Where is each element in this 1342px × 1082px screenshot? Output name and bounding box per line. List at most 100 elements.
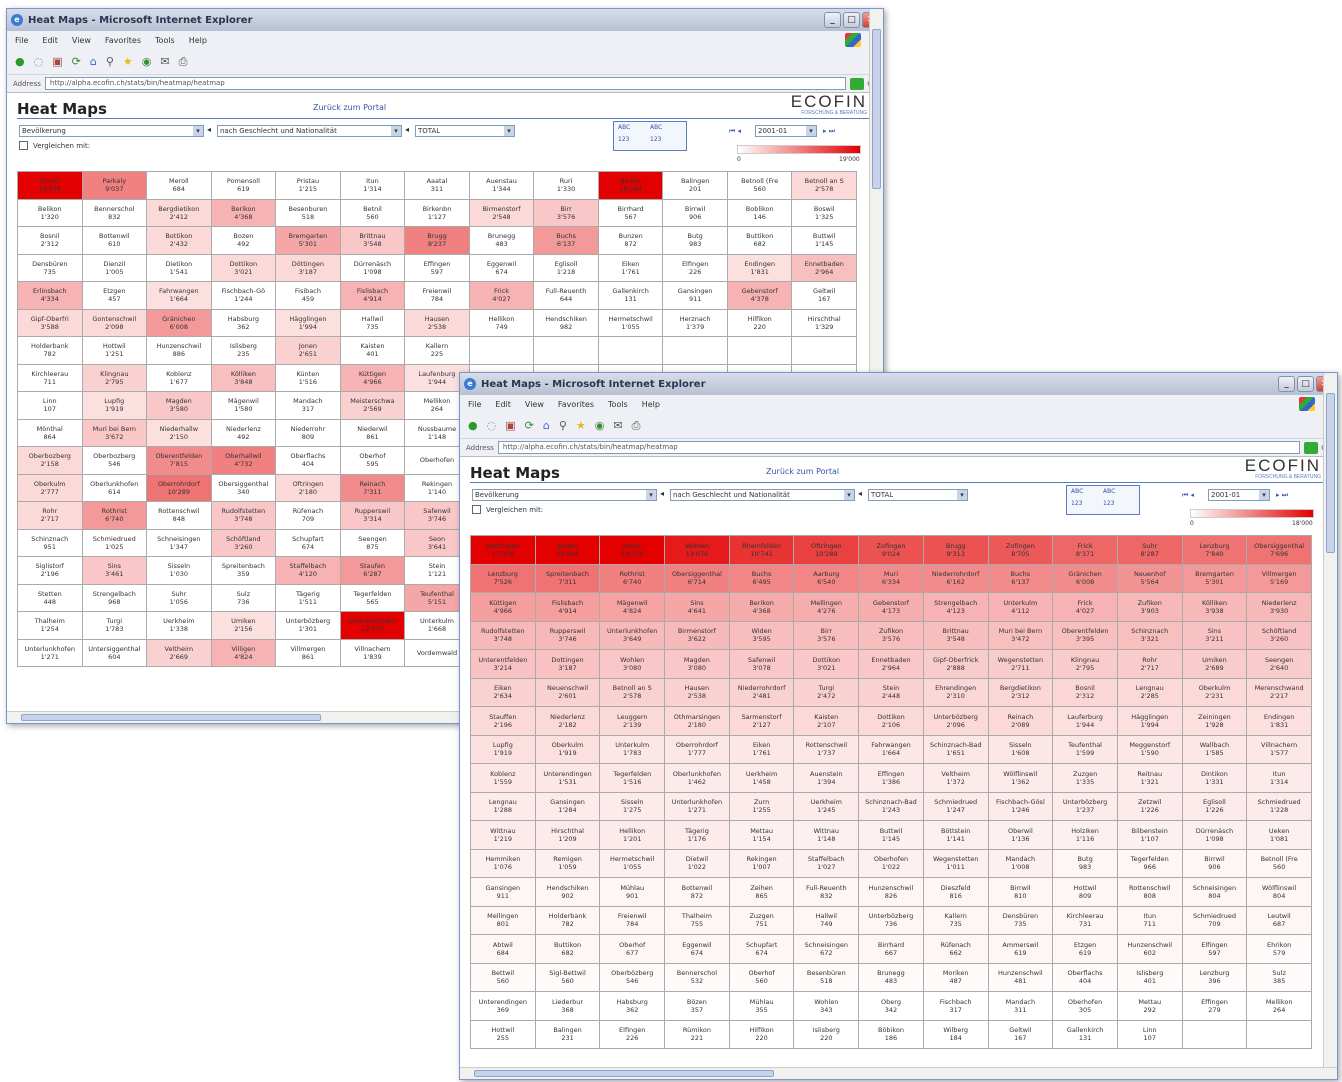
heatmap-cell[interactable]: Dienzil 1'005: [82, 254, 148, 282]
refresh-icon[interactable]: ⟳: [72, 55, 81, 68]
heatmap-cell[interactable]: Hilfikon 220: [727, 309, 793, 337]
home-icon[interactable]: ⌂: [543, 419, 550, 432]
heatmap-cell[interactable]: Dottikon 3'021: [211, 254, 277, 282]
heatmap-cell[interactable]: Berikon 4'368: [729, 593, 795, 622]
heatmap-cell[interactable]: Betnoll an S 2'578: [792, 172, 857, 200]
heatmap-cell[interactable]: Dottikon 2'106: [859, 707, 924, 736]
heatmap-cell[interactable]: Hilfikon 220: [729, 1020, 795, 1049]
heatmap-cell[interactable]: Niederrohrdorf 6'162: [923, 564, 989, 593]
heatmap-cell[interactable]: Mettau 1'154: [729, 821, 795, 850]
heatmap-cell[interactable]: Birr 3'576: [794, 621, 860, 650]
heatmap-cell[interactable]: Pristau 1'215: [276, 172, 341, 200]
heatmap-cell[interactable]: Zofingen 9'024: [859, 536, 924, 565]
heatmap-cell[interactable]: Islisberg 235: [211, 337, 277, 365]
heatmap-cell[interactable]: Fahrwangen 1'664: [859, 735, 924, 764]
heatmap-cell[interactable]: Unterentfelden 3'214: [471, 650, 536, 679]
heatmap-cell[interactable]: Böttstein 1'141: [923, 821, 989, 850]
heatmap-cell[interactable]: Strengelbach 4'123: [923, 593, 989, 622]
heatmap-cell[interactable]: Birrwil 906: [663, 199, 728, 227]
heatmap-cell[interactable]: Brugg 9'313: [923, 536, 989, 565]
heatmap-cell[interactable]: Obersiggenthal 340: [211, 474, 277, 502]
heatmap-cell[interactable]: Gebenstorf 4'378: [727, 282, 793, 310]
heatmap-cell[interactable]: Zufikon 3'903: [1117, 593, 1183, 622]
heatmap-cell[interactable]: Hunzenschwil 481: [988, 963, 1054, 992]
heatmap-cell[interactable]: Zuzgen 1'335: [1053, 764, 1118, 793]
heatmap-cell[interactable]: Birkenbn 1'127: [405, 199, 470, 227]
heatmap-cell[interactable]: Baden 18'284: [598, 172, 664, 200]
heatmap-cell[interactable]: Oberkulm 1'919: [535, 735, 601, 764]
heatmap-cell[interactable]: Teufenthal 1'599: [1053, 735, 1118, 764]
heatmap-cell[interactable]: Ammerswil 619: [988, 935, 1054, 964]
address-input[interactable]: http://alpha.ecofin.ch/stats/bin/heatmap…: [44, 77, 847, 90]
heatmap-cell[interactable]: Endingen 1'831: [727, 254, 793, 282]
heatmap-cell[interactable]: Ennetbaden 2'964: [859, 650, 924, 679]
heatmap-cell[interactable]: Fischbach-Gö 1'244: [211, 282, 277, 310]
heatmap-cell[interactable]: Zuzgen 751: [729, 906, 795, 935]
period-select[interactable]: 2001-01: [1208, 489, 1270, 501]
heatmap-cell[interactable]: Safenwil 3'078: [729, 650, 795, 679]
search-icon[interactable]: ⚲: [559, 419, 567, 432]
heatmap-cell[interactable]: Schmiedrued 1'025: [82, 529, 148, 557]
heatmap-cell[interactable]: Oftringen 10'289: [794, 536, 860, 565]
heatmap-cell[interactable]: Schmiedrued 1'247: [923, 792, 989, 821]
heatmap-cell[interactable]: [727, 337, 793, 365]
heatmap-cell[interactable]: Sigl-Bettwil 560: [535, 963, 601, 992]
heatmap-cell[interactable]: Kaisten 2'107: [794, 707, 860, 736]
heatmap-cell[interactable]: Hellikon 1'201: [600, 821, 666, 850]
heatmap-cell[interactable]: Bergdietikon 2'312: [988, 678, 1054, 707]
next-period-icon[interactable]: ▸ ⏭: [823, 127, 835, 136]
heatmap-cell[interactable]: Unterendingen 1'531: [535, 764, 601, 793]
heatmap-cell[interactable]: Wölflinswil 804: [1247, 878, 1312, 907]
heatmap-cell[interactable]: Seengen 875: [340, 529, 406, 557]
heatmap-cell[interactable]: Densbüren 735: [988, 906, 1054, 935]
heatmap-cell[interactable]: Künten 1'516: [276, 364, 341, 392]
heatmap-cell[interactable]: Betnoll (Fre 560: [727, 172, 793, 200]
heatmap-cell[interactable]: Rudolfstetten 3'748: [471, 621, 536, 650]
go-icon[interactable]: [1304, 441, 1319, 454]
heatmap-cell[interactable]: [1247, 1020, 1312, 1049]
heatmap-cell[interactable]: Widen 3'595: [729, 621, 795, 650]
heatmap-cell[interactable]: Spreitenbach 7'311: [535, 564, 601, 593]
heatmap-cell[interactable]: Küttigen 4'966: [471, 593, 536, 622]
sort-num-desc[interactable]: 123: [1103, 500, 1135, 512]
heatmap-cell[interactable]: Oberflachs 404: [276, 447, 341, 475]
favorites-icon[interactable]: ★: [576, 419, 586, 432]
heatmap-cell[interactable]: Kaisten 401: [340, 337, 406, 365]
sort-num-asc[interactable]: 123: [618, 136, 650, 148]
heatmap-cell[interactable]: Brittnau 3'548: [340, 227, 406, 255]
heatmap-cell[interactable]: [1182, 1020, 1248, 1049]
heatmap-cell[interactable]: Gebenstorf 4'173: [859, 593, 924, 622]
heatmap-cell[interactable]: Magden 3'080: [665, 650, 730, 679]
menu-edit[interactable]: Edit: [495, 400, 511, 409]
heatmap-cell[interactable]: Hermetschwil 1'055: [598, 309, 664, 337]
heatmap-cell[interactable]: Rottenschwil 808: [1117, 878, 1183, 907]
heatmap-cell[interactable]: Staffelbach 1'027: [794, 849, 860, 878]
heatmap-cell[interactable]: Meroll 684: [147, 172, 212, 200]
next-period-icon[interactable]: ▸ ⏭: [1276, 491, 1288, 500]
heatmap-cell[interactable]: Eglisoll 1'218: [534, 254, 599, 282]
heatmap-cell[interactable]: Siglistorf 2'196: [18, 557, 83, 585]
heatmap-cell[interactable]: Liederbur 368: [535, 992, 601, 1021]
heatmap-cell[interactable]: Effingen 1'386: [859, 764, 924, 793]
heatmap-cell[interactable]: Lengnau 2'285: [1117, 678, 1183, 707]
menu-help[interactable]: Help: [642, 400, 660, 409]
menu-file[interactable]: File: [15, 36, 28, 45]
heatmap-cell[interactable]: Holderbank 782: [535, 906, 601, 935]
heatmap-cell[interactable]: Oberhofen 305: [1053, 992, 1118, 1021]
heatmap-cell[interactable]: Endingen 1'831: [1247, 707, 1312, 736]
heatmap-cell[interactable]: Suhr 8'287: [1117, 536, 1183, 565]
menu-view[interactable]: View: [72, 36, 91, 45]
heatmap-cell[interactable]: Kirchleerau 731: [1053, 906, 1118, 935]
heatmap-cell[interactable]: Linn 107: [1117, 1020, 1183, 1049]
scroll-thumb[interactable]: [21, 714, 321, 721]
heatmap-cell[interactable]: Gontenschwil 2'098: [82, 309, 148, 337]
menu-help[interactable]: Help: [189, 36, 207, 45]
heatmap-cell[interactable]: Oberkulm 2'777: [18, 474, 83, 502]
heatmap-cell[interactable]: Bozen 492: [211, 227, 277, 255]
heatmap-cell[interactable]: Buchs 6'495: [729, 564, 795, 593]
heatmap-cell[interactable]: Ennetbaden 2'964: [792, 254, 857, 282]
heatmap-cell[interactable]: Boswil 1'325: [792, 199, 857, 227]
heatmap-cell[interactable]: Sins 4'641: [665, 593, 730, 622]
back-to-portal-link[interactable]: Zurück zum Portal: [766, 467, 839, 476]
heatmap-cell[interactable]: Unterlunkhofen 1'271: [665, 792, 730, 821]
